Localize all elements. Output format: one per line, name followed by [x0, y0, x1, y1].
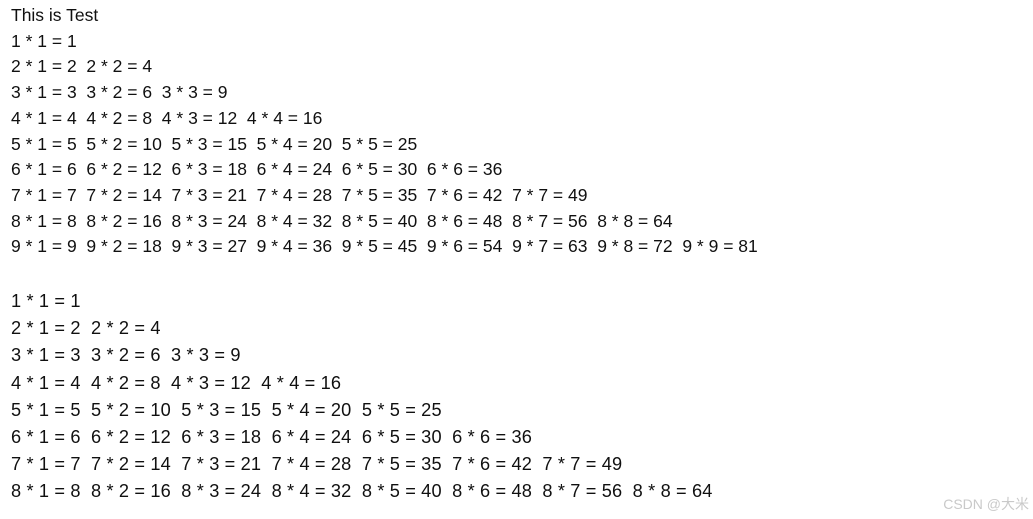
table-row: 1 * 1 = 1: [11, 291, 81, 311]
output-title: This is Test: [11, 5, 99, 25]
table-row: 7 * 1 = 7 7 * 2 = 14 7 * 3 = 21 7 * 4 = …: [11, 454, 623, 475]
table-row: 1 * 1 = 1: [11, 30, 77, 51]
table-row: 2 * 1 = 2 2 * 2 = 4: [11, 318, 161, 339]
table-row: 4 * 1 = 4 4 * 2 = 8 4 * 3 = 12 4 * 4 = 1…: [11, 107, 323, 128]
table-row: 3 * 1 = 3 3 * 2 = 6 3 * 3 = 9: [11, 345, 241, 366]
table-row: 2 * 1 = 2 2 * 2 = 4: [11, 56, 153, 77]
table-row: 6 * 1 = 6 6 * 2 = 12 6 * 3 = 18 6 * 4 = …: [11, 159, 503, 180]
table-row: 5 * 1 = 5 5 * 2 = 10 5 * 3 = 15 5 * 4 = …: [11, 133, 418, 154]
table-row: 6 * 1 = 6 6 * 2 = 12 6 * 3 = 18 6 * 4 = …: [11, 427, 532, 448]
console-output-surface: This is Test 1 * 1 = 1 2 * 1 = 2 2 * 2 =…: [0, 0, 1033, 519]
table-row: 7 * 1 = 7 7 * 2 = 14 7 * 3 = 21 7 * 4 = …: [11, 184, 588, 205]
multiplication-table-block-one: This is Test 1 * 1 = 1 2 * 1 = 2 2 * 2 =…: [11, 3, 1021, 260]
table-row: 8 * 1 = 8 8 * 2 = 16 8 * 3 = 24 8 * 4 = …: [11, 481, 713, 502]
table-row: 5 * 1 = 5 5 * 2 = 10 5 * 3 = 15 5 * 4 = …: [11, 399, 442, 420]
table-row: 3 * 1 = 3 3 * 2 = 6 3 * 3 = 9: [11, 82, 228, 103]
table-row: 8 * 1 = 8 8 * 2 = 16 8 * 3 = 24 8 * 4 = …: [11, 210, 673, 231]
table-row: 4 * 1 = 4 4 * 2 = 8 4 * 3 = 12 4 * 4 = 1…: [11, 372, 342, 393]
csdn-watermark: CSDN @大米: [943, 496, 1029, 512]
multiplication-table-block-two: 1 * 1 = 1 2 * 1 = 2 2 * 2 = 4 3 * 1 = 3 …: [11, 288, 1021, 506]
table-row: 9 * 1 = 9 9 * 2 = 18 9 * 3 = 27 9 * 4 = …: [11, 236, 758, 257]
